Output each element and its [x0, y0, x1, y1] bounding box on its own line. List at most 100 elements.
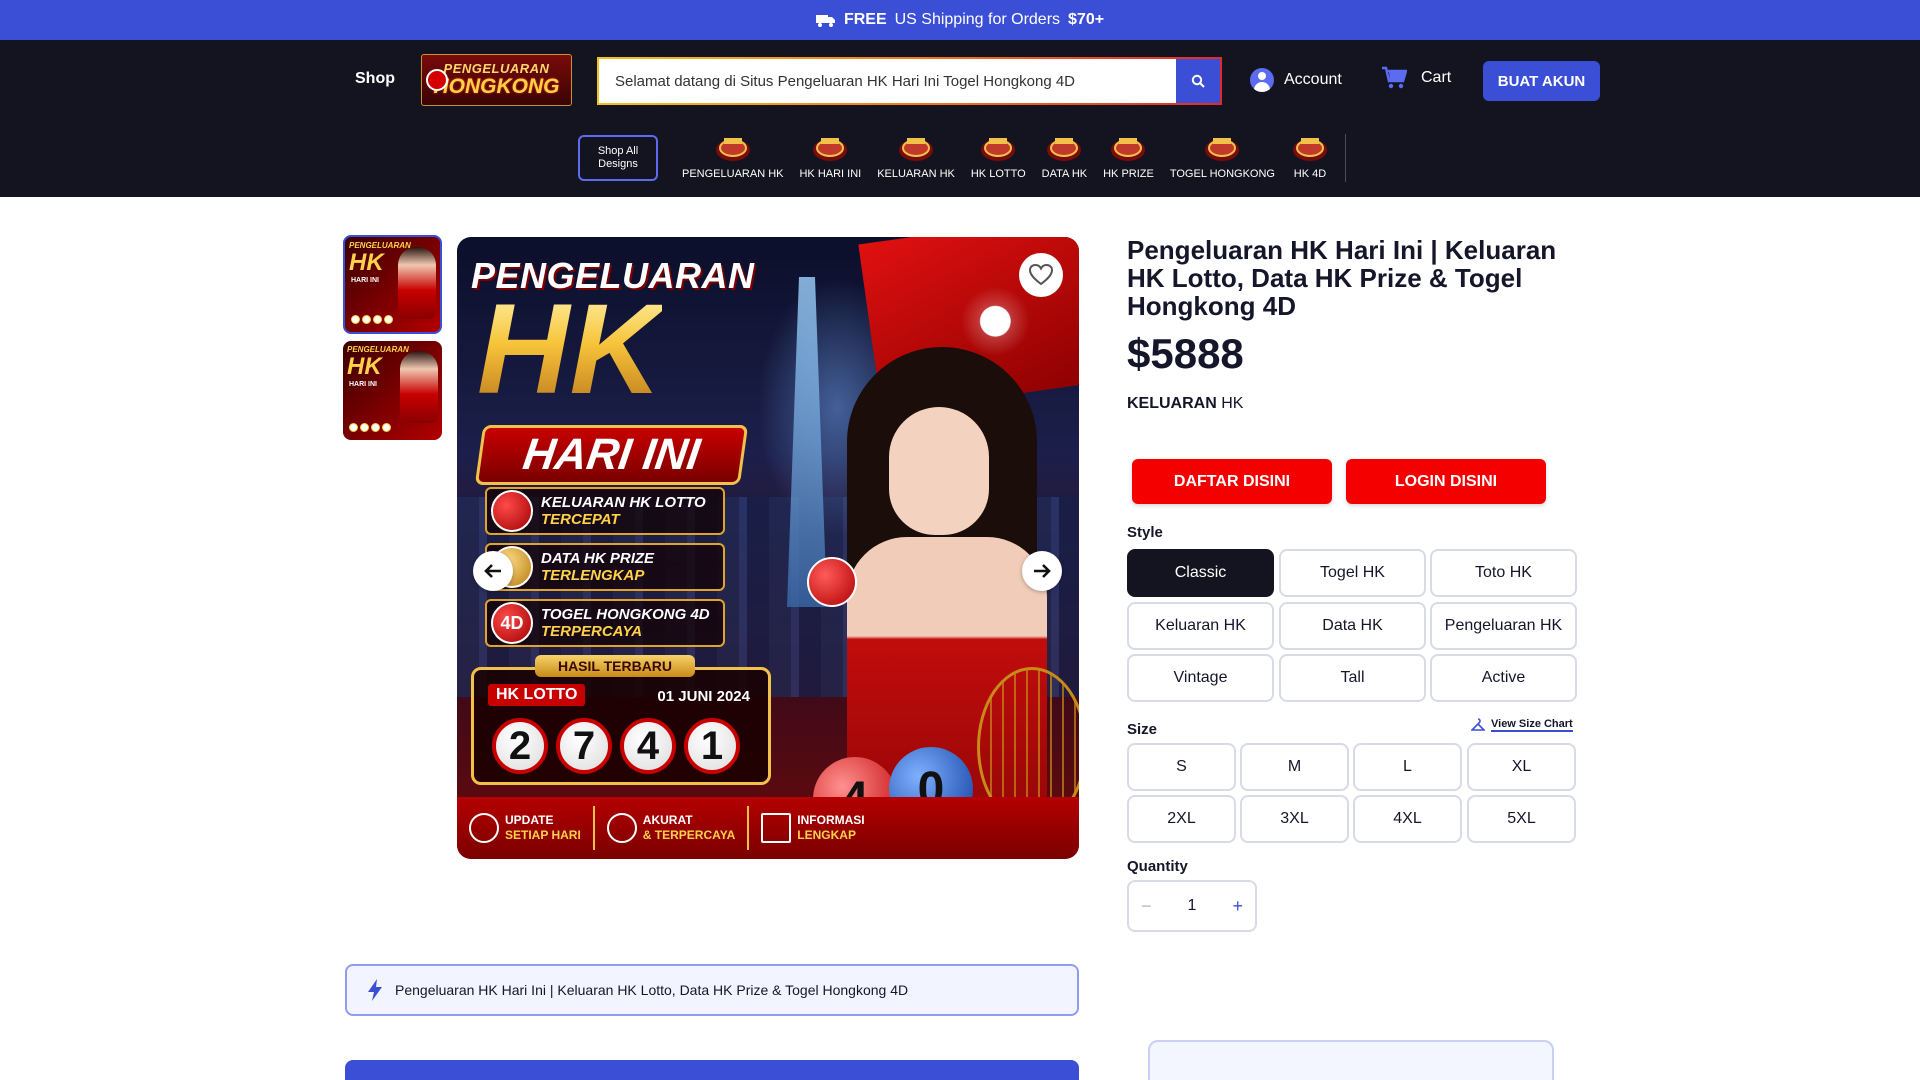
shop-all-designs-button[interactable]: Shop All Designs	[578, 135, 658, 181]
footer-item: AKURAT & TERPERCAYA	[595, 806, 750, 850]
footer-line1: UPDATE	[505, 813, 554, 827]
site-logo[interactable]: PENGELUARAN HONGKONG	[421, 54, 572, 106]
image-hk: HK	[477, 278, 662, 421]
style-option-data-hk[interactable]: Data HK	[1279, 602, 1426, 650]
thumb-big: HK	[347, 353, 382, 380]
image-feature-row: 4D TOGEL HONGKONG 4D TERPERCAYA	[485, 599, 725, 647]
size-option-s[interactable]: S	[1127, 743, 1236, 791]
size-option-xl[interactable]: XL	[1467, 743, 1576, 791]
search-input[interactable]	[599, 59, 1176, 103]
gallery-next-button[interactable]	[1022, 551, 1062, 591]
casino-chip-icon	[981, 138, 1016, 161]
style-option-active[interactable]: Active	[1430, 654, 1577, 702]
casino-chip-icon	[1205, 138, 1240, 161]
quantity-value[interactable]: 1	[1188, 897, 1197, 915]
result-number: 2	[492, 718, 548, 774]
row-line2: TERPERCAYA	[541, 623, 643, 640]
quantity-decrease-button[interactable]: −	[1141, 896, 1152, 917]
size-chart-link[interactable]: View Size Chart	[1471, 718, 1573, 732]
style-option-pengeluaran-hk[interactable]: Pengeluaran HK	[1430, 602, 1577, 650]
size-option-4xl[interactable]: 4XL	[1353, 795, 1462, 843]
4d-badge: 4D	[491, 602, 533, 644]
cart-link[interactable]: Cart	[1381, 66, 1451, 90]
style-option-tall[interactable]: Tall	[1279, 654, 1426, 702]
style-option-toto-hk[interactable]: Toto HK	[1430, 549, 1577, 597]
size-option-3xl[interactable]: 3XL	[1240, 795, 1349, 843]
arrow-right-icon	[1034, 564, 1051, 578]
brand-bold: KELUARAN	[1127, 395, 1217, 412]
cart-label: Cart	[1421, 69, 1452, 86]
style-option-togel-hk[interactable]: Togel HK	[1279, 549, 1426, 597]
lightning-icon	[368, 979, 382, 1001]
category-label: PENGELUARAN HK	[682, 168, 784, 180]
size-option-5xl[interactable]: 5XL	[1467, 795, 1576, 843]
login-button[interactable]: LOGIN DISINI	[1346, 459, 1546, 504]
search-icon	[1191, 74, 1205, 88]
site-header: Shop PENGELUARAN HONGKONG Account Cart B…	[0, 40, 1920, 197]
category-hk-hari-ini[interactable]: HK HARI INI	[799, 134, 861, 180]
style-option-keluaran-hk[interactable]: Keluaran HK	[1127, 602, 1274, 650]
style-option-vintage[interactable]: Vintage	[1127, 654, 1274, 702]
truck-icon	[815, 15, 835, 27]
size-option-m[interactable]: M	[1240, 743, 1349, 791]
bar-chart-icon	[761, 813, 792, 843]
announcement-text: US Shipping for Orders	[894, 11, 1061, 28]
category-togel-hongkong[interactable]: TOGEL HONGKONG	[1170, 134, 1275, 180]
account-label: Account	[1284, 71, 1342, 88]
info-banner-text: Pengeluaran HK Hari Ini | Keluaran HK Lo…	[395, 982, 909, 998]
category-hk-4d[interactable]: HK 4D	[1291, 134, 1329, 180]
image-hari-ini: HARI INI	[474, 425, 749, 485]
row-line1: TOGEL HONGKONG 4D	[541, 606, 710, 623]
category-pengeluaran-hk[interactable]: PENGELUARAN HK	[682, 134, 783, 180]
image-feature-row: DATA HK PRIZE TERLENGKAP	[485, 543, 725, 591]
search-button[interactable]	[1176, 59, 1220, 103]
size-option-2xl[interactable]: 2XL	[1127, 795, 1236, 843]
casino-chip-icon	[715, 138, 750, 161]
row-line2: TERCEPAT	[541, 511, 620, 528]
daftar-button[interactable]: DAFTAR DISINI	[1132, 459, 1332, 504]
size-chart-text: View Size Chart	[1491, 718, 1573, 732]
image-feature-row: KELUARAN HK LOTTO TERCEPAT	[485, 487, 725, 535]
create-account-button[interactable]: BUAT AKUN	[1483, 61, 1600, 101]
search-bar	[597, 57, 1222, 105]
account-link[interactable]: Account	[1250, 68, 1342, 92]
quantity-increase-button[interactable]: +	[1232, 896, 1243, 917]
category-nav: Shop All Designs PENGELUARAN HK HK HARI …	[578, 134, 1346, 190]
side-card	[1148, 1040, 1554, 1080]
row-line1: KELUARAN HK LOTTO	[541, 494, 706, 511]
thumb-model	[398, 247, 436, 319]
footer-item: UPDATE SETIAP HARI	[457, 806, 595, 850]
logo-line2: HONGKONG	[433, 75, 560, 98]
logo-line1: PENGELUARAN	[443, 61, 550, 76]
product-brand: KELUARAN HK	[1127, 395, 1243, 413]
category-data-hk[interactable]: DATA HK	[1042, 134, 1087, 180]
thumb-sub: HARI INI	[351, 277, 379, 284]
size-option-l[interactable]: L	[1353, 743, 1462, 791]
footer-line1: INFORMASI	[797, 813, 865, 827]
result-date: 01 JUNI 2024	[657, 688, 750, 705]
category-hk-lotto[interactable]: HK LOTTO	[971, 134, 1026, 180]
gallery-thumbnail-2[interactable]: PENGELUARAN HK HARI INI	[343, 341, 442, 440]
category-label: HK HARI INI	[799, 168, 862, 180]
product-title: Pengeluaran HK Hari Ini | Keluaran HK Lo…	[1127, 235, 1557, 321]
casino-chip-icon	[1111, 138, 1146, 161]
hasil-terbaru-label: HASIL TERBARU	[535, 655, 695, 677]
category-label: HK LOTTO	[970, 168, 1026, 180]
shop-link[interactable]: Shop	[355, 70, 395, 88]
gallery-prev-button[interactable]	[473, 551, 513, 591]
wishlist-button[interactable]	[1019, 253, 1063, 297]
category-keluaran-hk[interactable]: KELUARAN HK	[877, 134, 955, 180]
nav-divider	[1344, 134, 1346, 182]
category-label: KELUARAN HK	[877, 168, 955, 180]
casino-chip-icon	[899, 138, 934, 161]
casino-chip-icon	[813, 138, 848, 161]
footer-line2: & TERPERCAYA	[642, 828, 736, 842]
category-hk-prize[interactable]: HK PRIZE	[1103, 134, 1154, 180]
product-main-image: 4 0 8 PENGELUARAN HK HARI INI KELUARAN H…	[457, 237, 1079, 859]
style-option-classic[interactable]: Classic	[1127, 549, 1274, 597]
gallery-thumbnail-1[interactable]: PENGELUARAN HK HARI INI	[343, 235, 442, 334]
casino-chip-icon	[1047, 138, 1082, 161]
category-label: HK 4D	[1293, 168, 1327, 180]
shield-icon	[606, 813, 637, 843]
bauhinia-badge	[491, 490, 533, 532]
